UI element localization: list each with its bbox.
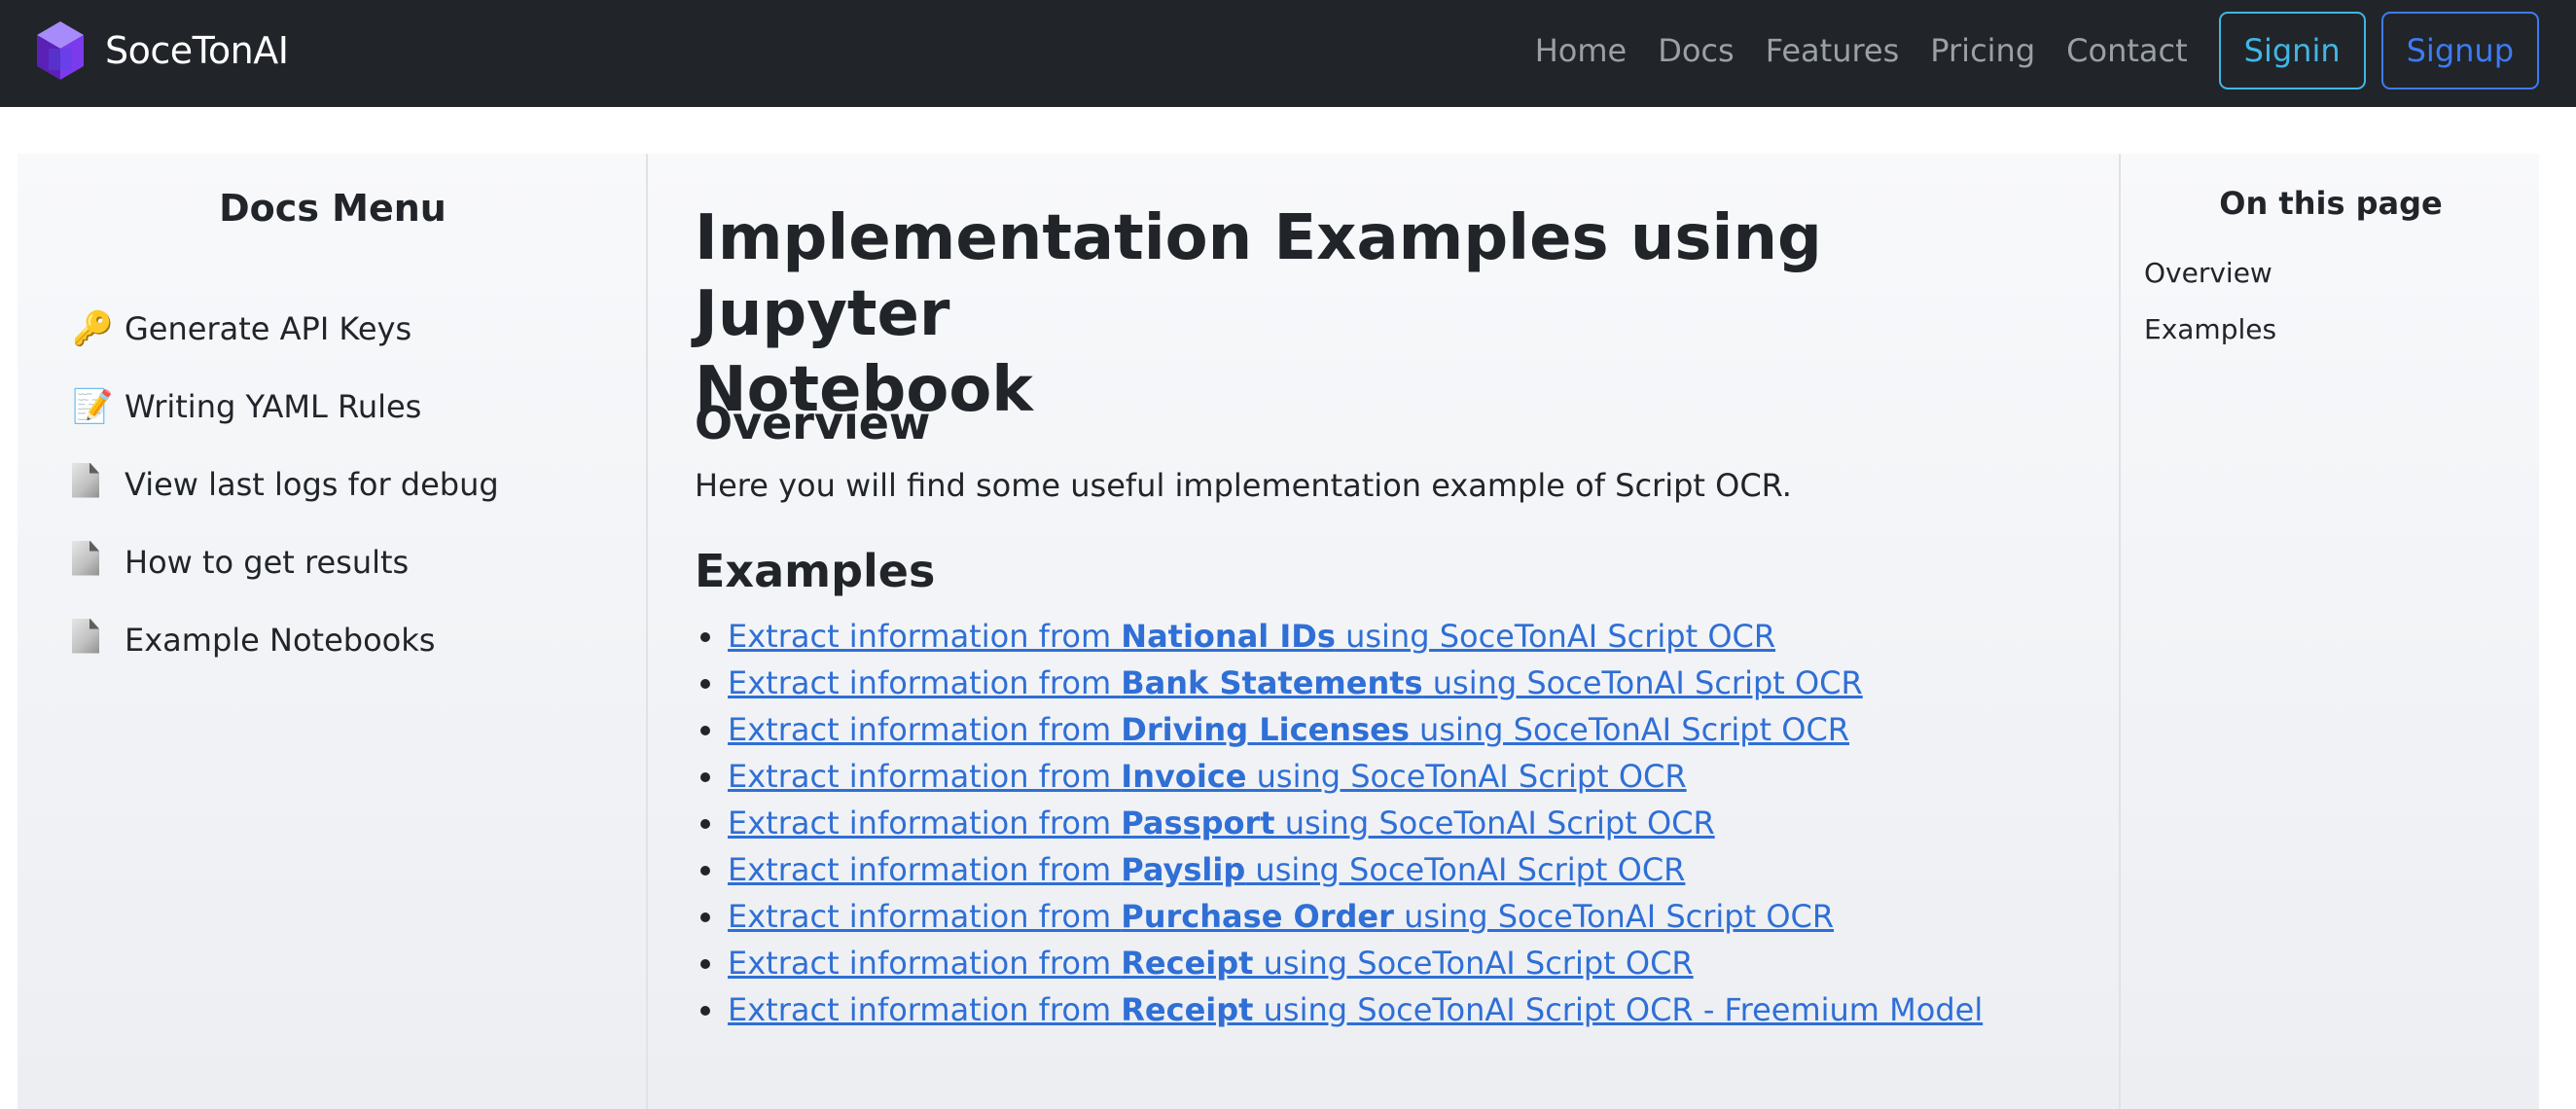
signin-button[interactable]: Signin	[2218, 12, 2366, 89]
sidebar-item-example-notebooks[interactable]: Example Notebooks	[72, 601, 499, 679]
list-item: Extract information from Receipt using S…	[699, 940, 1983, 986]
document-icon	[72, 540, 113, 585]
docs-sidebar: Docs Menu 🔑 Generate API Keys 📝 Writing …	[18, 154, 648, 1109]
list-item: Extract information from Receipt using S…	[699, 986, 1983, 1033]
nav-links: Home Docs Features Pricing Contact Signi…	[1535, 0, 2576, 101]
list-item: Extract information from Payslip using S…	[699, 846, 1983, 893]
main-content: Implementation Examples using Jupyter No…	[695, 154, 2134, 1109]
sidebar-title: Docs Menu	[219, 187, 447, 230]
example-link[interactable]: Extract information from Receipt using S…	[728, 945, 1694, 982]
examples-list: Extract information from National IDs us…	[699, 613, 1983, 1033]
brand-name: SoceTonAI	[105, 29, 289, 72]
signup-button[interactable]: Signup	[2380, 12, 2539, 89]
sidebar-item-label: Generate API Keys	[125, 310, 412, 347]
docs-menu: 🔑 Generate API Keys 📝 Writing YAML Rules…	[72, 290, 499, 679]
examples-heading: Examples	[695, 545, 936, 597]
toc-sidebar: On this page Overview Examples	[2119, 154, 2539, 1109]
nav-link-pricing[interactable]: Pricing	[1930, 32, 2035, 69]
sidebar-item-view-last-logs[interactable]: View last logs for debug	[72, 446, 499, 523]
list-item: Extract information from Bank Statements…	[699, 660, 1983, 706]
document-icon	[72, 462, 113, 507]
brand-logo-icon	[37, 21, 84, 80]
key-icon: 🔑	[72, 309, 114, 348]
top-navbar: SoceTonAI Home Docs Features Pricing Con…	[0, 0, 2576, 107]
overview-heading: Overview	[695, 397, 931, 449]
example-link[interactable]: Extract information from Driving License…	[728, 711, 1849, 748]
example-link[interactable]: Extract information from Passport using …	[728, 805, 1715, 841]
example-link[interactable]: Extract information from National IDs us…	[728, 618, 1775, 655]
page-title-line: Implementation Examples using Jupyter	[695, 202, 1822, 350]
brand[interactable]: SoceTonAI	[35, 19, 289, 82]
list-item: Extract information from Invoice using S…	[699, 753, 1983, 800]
sidebar-item-generate-api-keys[interactable]: 🔑 Generate API Keys	[72, 290, 499, 368]
toc-link-overview[interactable]: Overview	[2144, 257, 2272, 289]
document-icon	[72, 618, 113, 662]
nav-link-docs[interactable]: Docs	[1658, 32, 1734, 69]
example-link[interactable]: Extract information from Purchase Order …	[728, 898, 1834, 935]
sidebar-item-label: Writing YAML Rules	[125, 388, 422, 425]
list-item: Extract information from Driving License…	[699, 706, 1983, 753]
sidebar-item-how-to-get-results[interactable]: How to get results	[72, 523, 499, 601]
nav-link-features[interactable]: Features	[1766, 32, 1900, 69]
toc-title: On this page	[2219, 185, 2443, 222]
sidebar-item-label: Example Notebooks	[125, 622, 436, 659]
list-item: Extract information from Purchase Order …	[699, 893, 1983, 940]
sidebar-item-writing-yaml-rules[interactable]: 📝 Writing YAML Rules	[72, 368, 499, 446]
example-link[interactable]: Extract information from Bank Statements…	[728, 664, 1863, 701]
sidebar-item-label: How to get results	[125, 544, 410, 581]
content-area: Docs Menu 🔑 Generate API Keys 📝 Writing …	[18, 154, 2539, 1109]
memo-icon: 📝	[72, 387, 114, 426]
example-link[interactable]: Extract information from Invoice using S…	[728, 758, 1687, 795]
overview-text: Here you will find some useful implement…	[695, 467, 1792, 504]
sidebar-item-label: View last logs for debug	[125, 466, 499, 503]
example-link[interactable]: Extract information from Receipt using S…	[728, 991, 1983, 1028]
nav-link-home[interactable]: Home	[1535, 32, 1628, 69]
toc-link-examples[interactable]: Examples	[2144, 313, 2276, 345]
example-link[interactable]: Extract information from Payslip using S…	[728, 851, 1685, 888]
list-item: Extract information from National IDs us…	[699, 613, 1983, 660]
nav-link-contact[interactable]: Contact	[2066, 32, 2188, 69]
list-item: Extract information from Passport using …	[699, 800, 1983, 846]
page-title: Implementation Examples using Jupyter No…	[695, 200, 2057, 428]
